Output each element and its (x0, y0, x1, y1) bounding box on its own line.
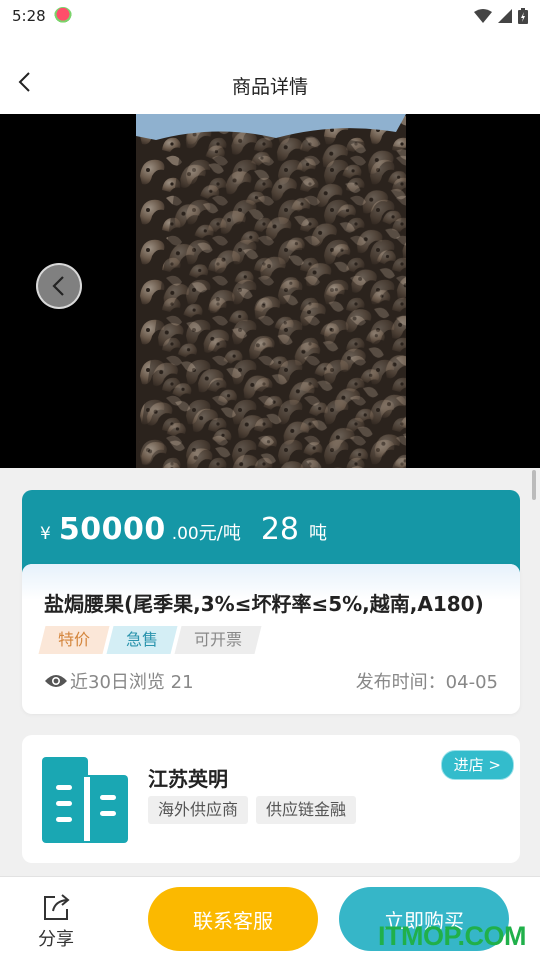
share-label: 分享 (38, 929, 74, 950)
nav-bar: 商品详情 (0, 32, 540, 114)
watermark: ITMOP.COM (378, 921, 527, 951)
battery-icon (518, 8, 528, 24)
cellular-signal-icon (498, 9, 512, 23)
price-row: ¥ 50000 .00 元/吨 28 吨 (40, 512, 327, 547)
shop-card[interactable]: 江苏英明 海外供应商 供应链金融 进店 > (22, 735, 520, 863)
gallery-prev-button[interactable] (36, 263, 82, 309)
product-name: 盐焗腰果(尾季果,3%≤坏籽率≤5%,越南,A180) (44, 592, 484, 616)
view-count: 近30日浏览 21 (44, 668, 194, 694)
price-integer: 50000 (58, 512, 166, 547)
chevron-left-icon (52, 276, 64, 296)
contact-service-button[interactable]: 联系客服 (148, 887, 318, 951)
eye-icon (45, 675, 67, 687)
views-label: 近30日浏览 21 (70, 672, 194, 693)
product-gallery[interactable] (0, 114, 540, 468)
enter-store-button[interactable]: 进店 > (440, 750, 514, 780)
product-photo[interactable] (136, 114, 406, 468)
page-scrollbar[interactable] (532, 470, 536, 500)
tag-urgent-sale: 急售 (106, 626, 178, 654)
tag-special-offer: 特价 (38, 626, 110, 654)
publish-time: 发布时间：04-05 (355, 672, 498, 693)
shop-tag-overseas: 海外供应商 (148, 796, 249, 824)
status-icons (474, 8, 528, 24)
price-decimal: .00 (171, 524, 199, 544)
tag-invoice: 可开票 (174, 626, 262, 654)
page-title: 商品详情 (231, 76, 308, 98)
price-unit: 元/吨 (198, 523, 241, 544)
quantity-unit: 吨 (309, 523, 328, 544)
app-notification-icon (53, 7, 72, 25)
product-info-card: 盐焗腰果(尾季果,3%≤坏籽率≤5%,越南,A180) 特价 急售 可开票 近3… (22, 564, 520, 714)
status-time: 5:28 (12, 7, 46, 25)
status-bar: 5:28 (0, 0, 540, 32)
wifi-icon (474, 9, 492, 23)
shop-name: 江苏英明 (148, 767, 228, 791)
currency-symbol: ¥ (40, 524, 51, 544)
shop-tags: 海外供应商 供应链金融 (148, 796, 357, 824)
share-icon (44, 894, 70, 920)
shop-logo-icon (42, 757, 128, 843)
shop-tag-finance: 供应链金融 (256, 796, 357, 824)
share-button[interactable]: 分享 (34, 893, 78, 951)
cashew-image (136, 114, 406, 468)
product-tags: 特价 急售 可开票 (38, 626, 262, 654)
quantity-value: 28 (260, 512, 300, 547)
